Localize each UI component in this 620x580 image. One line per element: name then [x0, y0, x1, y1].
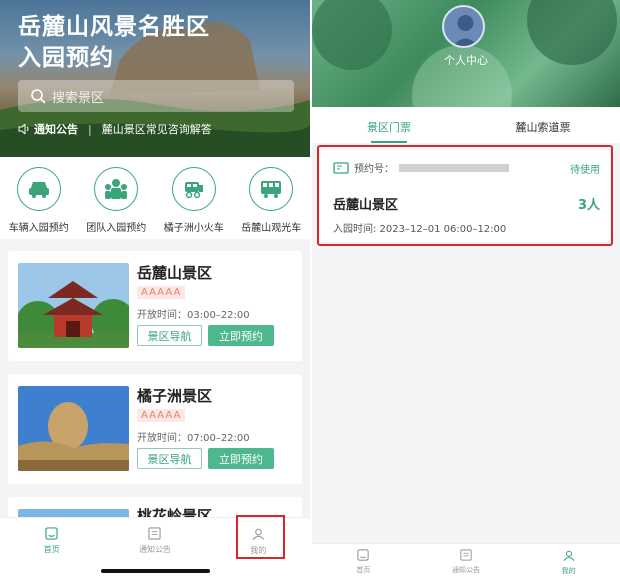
notice-bar[interactable]: 通知公告 | 麓山景区常见咨询解答 — [18, 121, 212, 137]
scenic-navigation-button[interactable]: 景区导航 — [137, 325, 202, 346]
scenic-name: 岳麓山景区 — [137, 264, 213, 282]
notice-text[interactable]: 麓山景区常见咨询解答 — [102, 121, 212, 137]
book-now-button[interactable]: 立即预约 — [208, 325, 274, 346]
bus-icon — [249, 167, 294, 211]
tab-home[interactable]: 首页 — [312, 544, 415, 580]
highlight-box-ticket — [317, 145, 613, 246]
notice-icon — [460, 549, 472, 561]
yuelu-pavilion-image — [18, 263, 129, 348]
search-placeholder: 搜索景区 — [52, 90, 105, 106]
scenic-navigation-button[interactable]: 景区导航 — [137, 448, 202, 469]
quick-sightseeing-bus[interactable]: 岳麓山观光车 — [233, 167, 309, 239]
user-center-screen: 个人中心 景区门票 麓山索道票 预约号： 待使用 岳麓山景区 3人 入园时间: … — [312, 0, 620, 580]
scenic-hours: 开放时间：03:00–22:00 — [137, 310, 250, 321]
scenic-level-badge: AAAAA — [137, 409, 186, 422]
notice-label: 通知公告 — [34, 123, 78, 136]
bottom-tab-bar: 首页 通知公告 我的 — [312, 543, 620, 580]
scenic-card[interactable]: 橘子洲景区 AAAAA 开放时间：07:00–22:00 景区导航 立即预约 — [8, 374, 302, 484]
tab-scenic-tickets[interactable]: 景区门票 — [312, 107, 466, 143]
group-icon — [94, 167, 139, 211]
quick-entry-row: 车辆入园预约 团队入园预约 橘子洲小火车 岳麓山观光车 — [0, 157, 310, 239]
quick-group-booking[interactable]: 团队入园预约 — [78, 167, 154, 239]
avatar[interactable] — [442, 5, 485, 48]
notice-icon — [148, 527, 162, 540]
tab-home[interactable]: 首页 — [0, 518, 103, 580]
highlight-box-mine-tab — [236, 515, 285, 559]
scenic-card[interactable]: 岳麓山景区 AAAAA 开放时间：03:00–22:00 景区导航 立即预约 — [8, 251, 302, 361]
home-icon — [45, 527, 58, 540]
tab-notice[interactable]: 通知公告 — [415, 544, 518, 580]
home-screen: 岳麓山风景名胜区 入园预约 搜索景区 通知公告 | 麓山景区常见咨询解答 车辆入… — [0, 0, 310, 580]
home-icon — [357, 549, 370, 561]
user-center-title: 个人中心 — [444, 54, 488, 67]
search-input[interactable]: 搜索景区 — [18, 80, 294, 112]
scenic-level-badge: AAAAA — [137, 286, 186, 299]
car-icon — [16, 167, 61, 211]
search-icon — [31, 89, 46, 104]
scenic-hours: 开放时间：07:00–22:00 — [137, 433, 250, 444]
screenshot: 岳麓山风景名胜区 入园预约 搜索景区 通知公告 | 麓山景区常见咨询解答 车辆入… — [0, 0, 620, 580]
home-indicator — [101, 569, 210, 573]
tab-cableway-tickets[interactable]: 麓山索道票 — [466, 107, 620, 143]
scenic-name: 橘子洲景区 — [137, 387, 213, 405]
page-title: 岳麓山风景名胜区 入园预约 — [18, 14, 210, 71]
speaker-icon — [18, 124, 29, 134]
user-icon — [563, 550, 575, 561]
orange-isle-statue-image — [18, 386, 129, 471]
quick-car-booking[interactable]: 车辆入园预约 — [1, 167, 77, 239]
train-icon — [171, 167, 216, 211]
tab-mine[interactable]: 我的 — [517, 544, 620, 580]
ticket-tabs: 景区门票 麓山索道票 — [312, 107, 620, 143]
quick-orange-isle-train[interactable]: 橘子洲小火车 — [156, 167, 232, 239]
book-now-button[interactable]: 立即预约 — [208, 448, 274, 469]
